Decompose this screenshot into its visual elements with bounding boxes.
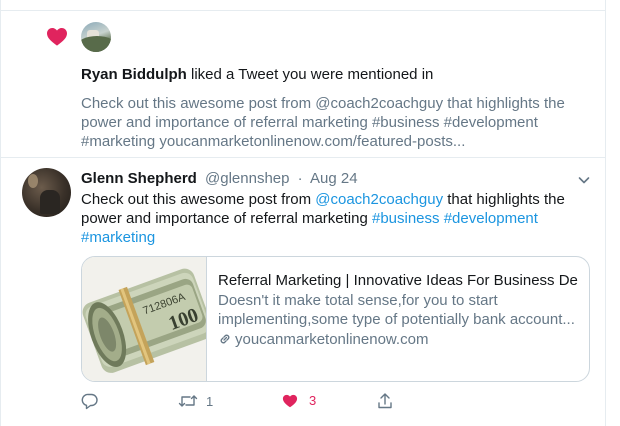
share-button[interactable] bbox=[376, 392, 394, 410]
notification-action: liked a Tweet you were mentioned in bbox=[191, 66, 434, 83]
tweet-text: Check out this awesome post from @coach2… bbox=[81, 190, 586, 247]
notification-header: Ryan Biddulph liked a Tweet you were men… bbox=[81, 66, 433, 84]
tweet-actions: 1 3 bbox=[0, 392, 606, 412]
tweet-header: Glenn Shepherd @glennshep · Aug 24 bbox=[81, 170, 358, 188]
hashtag-marketing[interactable]: #marketing bbox=[81, 229, 155, 246]
heart-icon bbox=[47, 28, 67, 46]
notification-divider bbox=[0, 157, 606, 158]
author-handle[interactable]: @glennshep bbox=[205, 170, 289, 187]
header-separator: · bbox=[297, 170, 303, 187]
card-title[interactable]: Referral Marketing | Innovative Ideas Fo… bbox=[218, 271, 578, 290]
retweet-count: 1 bbox=[206, 393, 214, 409]
reply-button[interactable] bbox=[81, 392, 99, 410]
link-preview-card[interactable]: 712806A 100 Referral Marketing | Innovat… bbox=[81, 256, 590, 382]
link-icon bbox=[220, 334, 230, 344]
chevron-down-icon[interactable] bbox=[576, 172, 592, 188]
retweet-icon bbox=[178, 395, 198, 407]
author-avatar[interactable] bbox=[22, 168, 71, 217]
mention-link[interactable]: @coach2coachguy bbox=[315, 191, 443, 208]
card-thumbnail: 712806A 100 bbox=[82, 257, 207, 381]
share-icon bbox=[378, 393, 392, 409]
reply-icon bbox=[81, 393, 98, 410]
tweet-date[interactable]: Aug 24 bbox=[310, 170, 358, 187]
timeline-right-border bbox=[605, 0, 606, 426]
card-url[interactable]: youcanmarketonlinenow.com bbox=[218, 330, 578, 349]
hashtag-business[interactable]: #business bbox=[372, 210, 440, 227]
author-name[interactable]: Glenn Shepherd bbox=[81, 170, 197, 187]
timeline-left-border bbox=[0, 0, 1, 426]
like-count: 3 bbox=[309, 393, 317, 408]
retweet-button[interactable]: 1 bbox=[178, 392, 213, 410]
actor-avatar[interactable] bbox=[81, 22, 111, 52]
heart-icon bbox=[282, 394, 298, 408]
like-button[interactable]: 3 bbox=[281, 392, 316, 409]
top-divider bbox=[0, 10, 606, 11]
actor-name[interactable]: Ryan Biddulph bbox=[81, 66, 187, 83]
money-roll-image: 712806A 100 bbox=[82, 257, 206, 381]
hashtag-development[interactable]: #development bbox=[444, 210, 538, 227]
tweet-text-start: Check out this awesome post from bbox=[81, 191, 316, 208]
card-description: Doesn't it make total sense,for you to s… bbox=[218, 292, 575, 328]
card-url-text[interactable]: youcanmarketonlinenow.com bbox=[235, 331, 428, 348]
notification-preview[interactable]: Check out this awesome post from @coach2… bbox=[81, 94, 581, 151]
